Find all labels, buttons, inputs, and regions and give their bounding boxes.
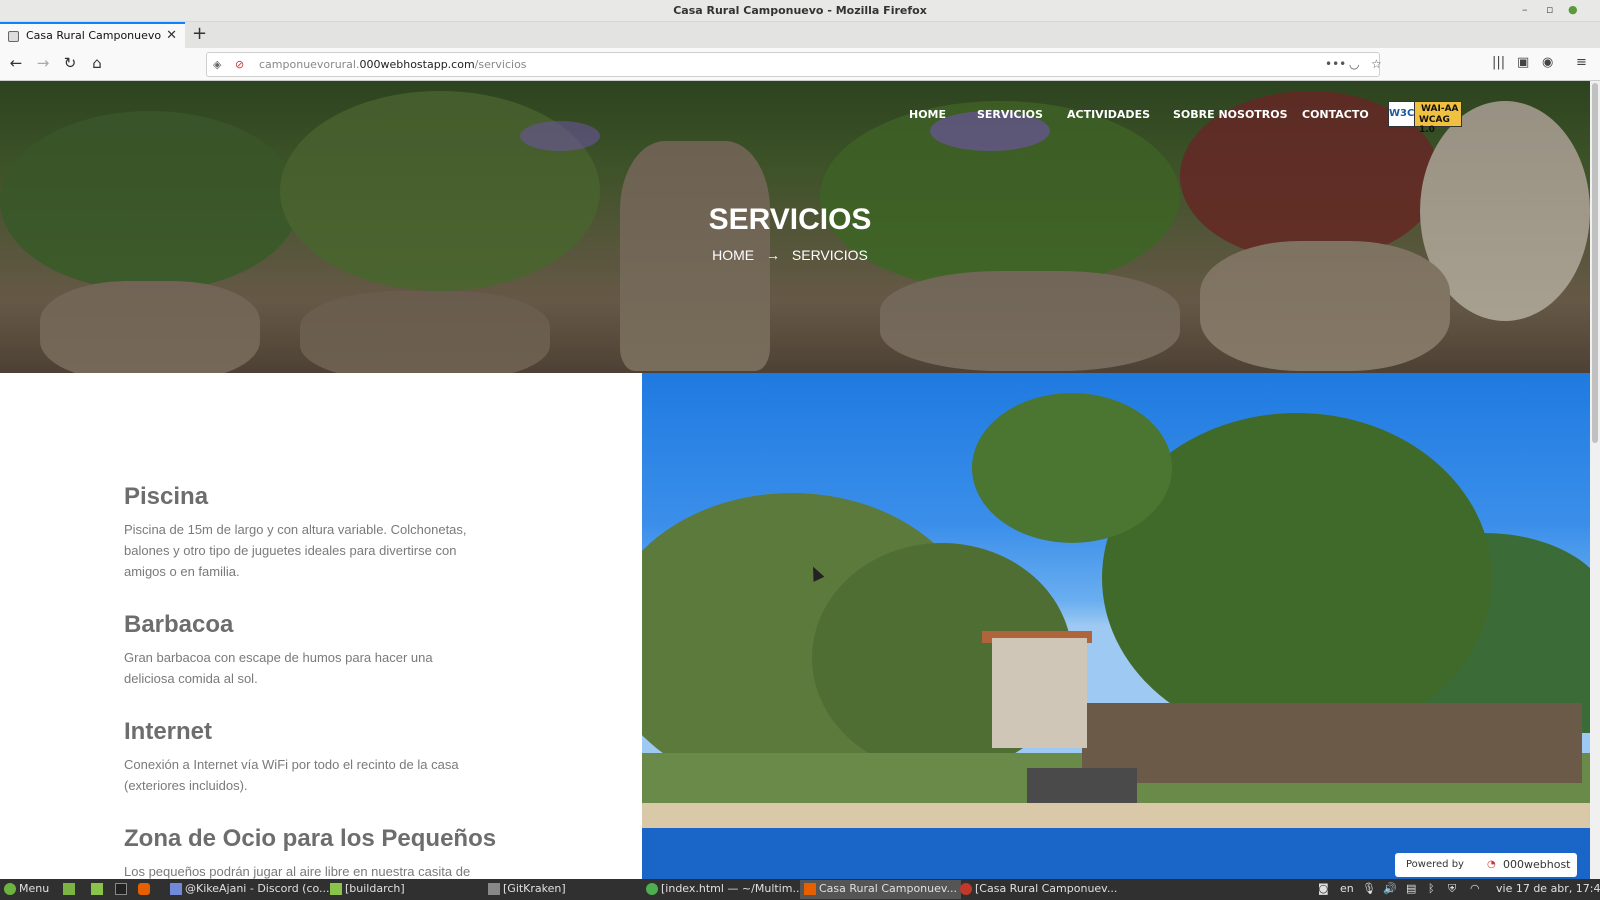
navigation-toolbar: ← → ↻ ⌂ ◈ ⊘ camponuevorural.000webhostap… — [0, 48, 1600, 81]
breadcrumb-current: SERVICIOS — [791, 247, 868, 263]
service-item: Piscina Piscina de 15m de largo y con al… — [124, 483, 484, 582]
menu-servicios[interactable]: SERVICIOS — [977, 108, 1043, 121]
favicon-icon — [8, 31, 19, 42]
service-item: Barbacoa Gran barbacoa con escape de hum… — [124, 611, 484, 689]
taskbar-item-chrome[interactable]: [Casa Rural Camponuev... — [960, 882, 1117, 895]
menu-actividades[interactable]: ACTIVIDADES — [1067, 108, 1150, 121]
webhost-logo-icon: ◔ — [1487, 859, 1496, 870]
page-title: SERVICIOS — [708, 203, 872, 236]
start-menu-button[interactable]: Menu — [4, 882, 49, 895]
tab-casa-rural[interactable]: Casa Rural Camponuevo ✕ — [0, 22, 185, 48]
taskbar-item-buildarch[interactable]: [buildarch] — [330, 882, 405, 895]
breadcrumb: HOME → SERVICIOS — [0, 247, 1580, 263]
window-titlebar: Casa Rural Camponuevo - Mozilla Firefox … — [0, 0, 1600, 22]
service-title: Barbacoa — [124, 611, 234, 638]
clock[interactable]: vie 17 de abr, 17:41 — [1496, 882, 1600, 895]
home-icon[interactable]: ⌂ — [87, 54, 107, 72]
service-description: Los pequeños podrán jugar al aire libre … — [124, 864, 471, 879]
security-shield-icon[interactable]: ⛨ — [1448, 882, 1456, 896]
page-actions-icon[interactable]: ••• — [1325, 57, 1346, 71]
file-manager-icon[interactable] — [91, 882, 106, 895]
taskbar-item-firefox-active[interactable]: Casa Rural Camponuev... — [800, 880, 962, 899]
account-icon[interactable]: ◉ — [1542, 55, 1553, 70]
service-description: Conexión a Internet vía WiFi por todo el… — [124, 757, 459, 793]
microphone-icon[interactable]: 🎙 — [1362, 882, 1376, 895]
w3c-wai-aa-badge[interactable]: W3C WAI-AA WCAG 1.0 — [1388, 101, 1462, 135]
taskbar-item-gitkraken[interactable]: [GitKraken] — [488, 882, 566, 895]
sidebar-icon[interactable]: ▣ — [1517, 55, 1529, 70]
bookmark-star-icon[interactable]: ☆ — [1371, 57, 1382, 71]
taskbar-item-editor[interactable]: [index.html — ~/Multim... — [646, 882, 803, 895]
volume-icon[interactable]: 🔊 — [1383, 882, 1397, 895]
minimize-icon[interactable]: – — [1522, 3, 1528, 16]
library-icon[interactable]: ||| — [1492, 55, 1505, 70]
badge-line1: WAI-AA — [1421, 104, 1459, 114]
new-tab-icon[interactable]: + — [192, 23, 207, 44]
page-scrollbar[interactable] — [1590, 81, 1600, 879]
bluetooth-icon[interactable]: ᛒ — [1428, 882, 1435, 895]
web-page: HOME SERVICIOS ACTIVIDADES SOBRE NOSOTRO… — [0, 81, 1590, 879]
services-list: Piscina Piscina de 15m de largo y con al… — [0, 373, 642, 879]
pool-photo — [642, 373, 1590, 879]
powered-by-badge[interactable]: Powered by ◔ 000webhost — [1395, 853, 1577, 877]
window-title: Casa Rural Camponuevo - Mozilla Firefox — [673, 4, 927, 17]
back-icon[interactable]: ← — [6, 54, 26, 72]
service-title: Internet — [124, 718, 213, 745]
insecure-lock-icon[interactable]: ⊘ — [235, 58, 244, 71]
reload-icon[interactable]: ↻ — [60, 54, 80, 72]
hero-banner: HOME SERVICIOS ACTIVIDADES SOBRE NOSOTRO… — [0, 81, 1590, 373]
keyboard-layout[interactable]: en — [1340, 882, 1354, 895]
taskbar-item-discord[interactable]: @KikeAjani - Discord (co... — [170, 882, 330, 895]
discord-tray-icon[interactable]: ◙ — [1318, 882, 1329, 895]
service-description: Piscina de 15m de largo y con altura var… — [124, 522, 467, 579]
service-item: Zona de Ocio para los Pequeños Los peque… — [124, 825, 544, 879]
shield-icon[interactable]: ◈ — [213, 58, 221, 71]
service-item: Internet Conexión a Internet vía WiFi po… — [124, 718, 484, 796]
close-window-icon[interactable]: ● — [1568, 3, 1578, 16]
notes-icon[interactable]: ▤ — [1406, 882, 1416, 895]
show-desktop-icon[interactable] — [63, 882, 78, 895]
hamburger-menu-icon[interactable]: ≡ — [1576, 55, 1587, 70]
service-title: Zona de Ocio para los Pequeños — [124, 825, 497, 852]
powered-by-text: Powered by — [1406, 859, 1464, 870]
wifi-icon[interactable]: ◠ — [1470, 882, 1480, 895]
arrow-right-icon: → — [766, 247, 780, 263]
tab-bar: Casa Rural Camponuevo ✕ + — [0, 22, 1600, 48]
w3c-logo: W3C — [1389, 102, 1415, 126]
badge-line2: WCAG 1.0 — [1419, 115, 1450, 135]
url-text: camponuevorural.000webhostapp.com/servic… — [259, 58, 527, 71]
menu-home[interactable]: HOME — [909, 108, 946, 121]
firefox-launcher-icon[interactable] — [138, 882, 153, 895]
terminal-icon[interactable] — [115, 882, 130, 895]
maximize-icon[interactable]: ▫ — [1546, 3, 1553, 16]
close-tab-icon[interactable]: ✕ — [166, 28, 177, 43]
forward-icon[interactable]: → — [33, 54, 53, 72]
tab-label: Casa Rural Camponuevo — [26, 29, 162, 42]
os-taskbar: Menu @KikeAjani - Discord (co... [builda… — [0, 879, 1600, 900]
service-title: Piscina — [124, 483, 209, 510]
url-bar[interactable]: ◈ ⊘ camponuevorural.000webhostapp.com/se… — [206, 52, 1382, 77]
menu-contacto[interactable]: CONTACTO — [1302, 108, 1369, 121]
menu-sobre-nosotros[interactable]: SOBRE NOSOTROS — [1173, 108, 1288, 121]
host-name: 000webhost — [1503, 858, 1571, 871]
breadcrumb-home[interactable]: HOME — [712, 247, 754, 263]
pocket-icon[interactable]: ◡ — [1349, 57, 1359, 71]
service-description: Gran barbacoa con escape de humos para h… — [124, 650, 433, 686]
